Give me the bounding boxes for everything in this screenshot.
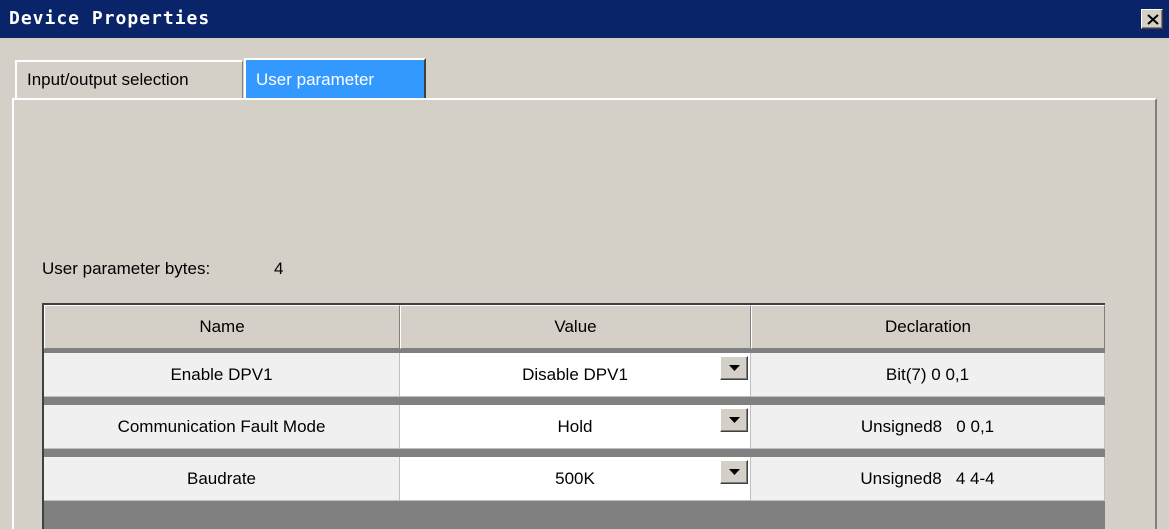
param-value: Disable DPV1 <box>522 364 628 384</box>
param-name: Baudrate <box>187 468 256 488</box>
param-declaration-cell: Unsigned8 4 4-4 <box>751 457 1105 501</box>
param-name: Enable DPV1 <box>170 364 273 384</box>
chevron-down-icon <box>729 417 740 423</box>
tab-label: Input/output selection <box>27 70 189 89</box>
user-parameter-bytes-value: 4 <box>274 259 284 278</box>
param-value: 500K <box>555 468 595 488</box>
close-button[interactable] <box>1141 9 1163 29</box>
param-declaration: Unsigned8 0 0,1 <box>860 416 995 436</box>
column-header-label: Value <box>554 317 597 336</box>
param-declaration-cell: Bit(7) 0 0,1 <box>751 353 1105 397</box>
window-title: Device Properties <box>9 8 211 29</box>
param-value-dropdown[interactable]: 500K <box>400 457 751 501</box>
close-icon <box>1147 14 1159 25</box>
param-declaration: Unsigned8 4 4-4 <box>860 468 995 488</box>
table-row[interactable]: Baudrate 500K Unsigned8 4 4-4 <box>44 457 1105 501</box>
column-header-label: Declaration <box>885 317 971 336</box>
param-declaration-cell: Unsigned8 0 0,1 <box>751 405 1105 449</box>
param-value: Hold <box>557 416 593 436</box>
table-row[interactable]: Enable DPV1 Disable DPV1 Bit(7) 0 0,1 <box>44 353 1105 397</box>
dropdown-button[interactable] <box>720 408 748 432</box>
user-parameter-bytes-label: User parameter bytes: <box>42 259 211 278</box>
table-row[interactable]: Communication Fault Mode Hold Unsigned8 … <box>44 405 1105 449</box>
parameter-grid[interactable]: Name Value Declaration Enable DPV1 Disab… <box>42 303 1105 529</box>
param-name: Communication Fault Mode <box>117 416 326 436</box>
chevron-down-icon <box>729 469 740 475</box>
column-header-value[interactable]: Value <box>400 305 751 349</box>
tab-input-output-selection[interactable]: Input/output selection <box>15 60 243 98</box>
param-name-cell: Communication Fault Mode <box>44 405 400 449</box>
title-bar[interactable]: Device Properties <box>0 0 1169 38</box>
param-value-dropdown[interactable]: Hold <box>400 405 751 449</box>
param-declaration: Bit(7) 0 0,1 <box>885 364 970 384</box>
param-name-cell: Enable DPV1 <box>44 353 400 397</box>
dropdown-button[interactable] <box>720 356 748 380</box>
grid-header-row: Name Value Declaration <box>44 305 1105 349</box>
tab-user-parameter[interactable]: User parameter <box>244 58 426 98</box>
column-header-declaration[interactable]: Declaration <box>751 305 1105 349</box>
column-header-label: Name <box>199 317 245 336</box>
tab-label: User parameter <box>256 70 375 89</box>
chevron-down-icon <box>729 365 740 371</box>
dropdown-button[interactable] <box>720 460 748 484</box>
param-name-cell: Baudrate <box>44 457 400 501</box>
column-header-name[interactable]: Name <box>44 305 400 349</box>
param-value-dropdown[interactable]: Disable DPV1 <box>400 353 751 397</box>
